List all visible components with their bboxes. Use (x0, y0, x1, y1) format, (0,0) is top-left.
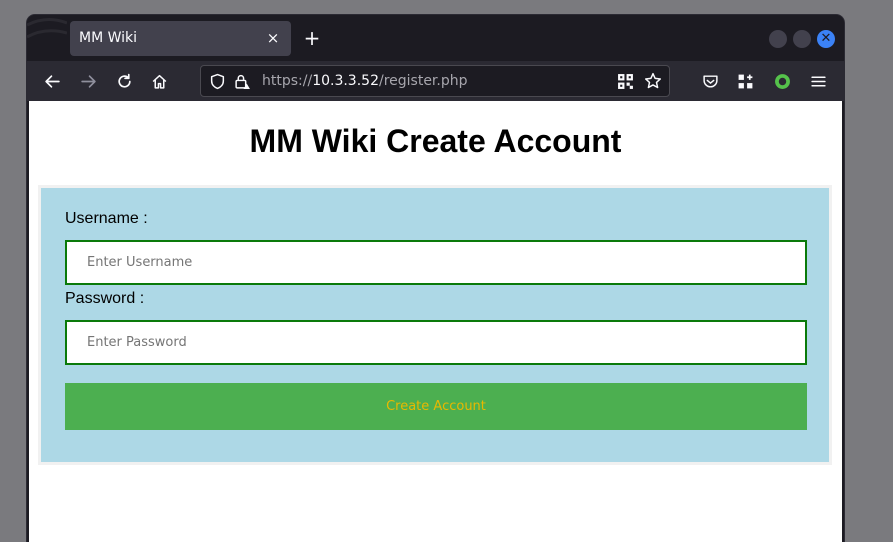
username-input[interactable] (65, 240, 807, 285)
url-scheme: https:// (262, 73, 313, 89)
tabbar-decoration (27, 18, 67, 39)
page-title: MM Wiki Create Account (249, 123, 622, 159)
reload-icon[interactable] (114, 71, 134, 91)
window-minimize-button[interactable] (769, 30, 787, 48)
url-host: 10.3.3.52 (312, 73, 379, 89)
url-text[interactable]: https://10.3.3.52/register.php (262, 73, 468, 89)
extensions-icon[interactable] (735, 71, 755, 91)
password-input[interactable] (65, 320, 807, 365)
home-icon[interactable] (149, 71, 169, 91)
tab-close-icon[interactable]: × (264, 29, 282, 47)
new-tab-plus-icon[interactable]: + (303, 28, 321, 48)
password-label: Password : (65, 290, 145, 307)
pocket-icon[interactable] (700, 71, 720, 91)
url-path: /register.php (378, 73, 468, 89)
shield-icon[interactable] (209, 73, 226, 90)
extension-green-icon[interactable] (772, 71, 792, 91)
tab-title: MM Wiki (79, 30, 138, 46)
lock-warning-icon[interactable] (234, 73, 251, 90)
star-icon[interactable] (644, 72, 662, 90)
url-bar[interactable]: https://10.3.3.52/register.php (200, 65, 670, 97)
browser-window: MM Wiki × + ✕ https://10.3.3.52/register… (27, 15, 844, 542)
tab-bar: MM Wiki × + ✕ (27, 15, 844, 61)
registration-form: Username : Password : Create Account (38, 185, 832, 465)
forward-arrow-icon[interactable] (78, 71, 98, 91)
create-account-button[interactable]: Create Account (65, 383, 807, 430)
window-maximize-button[interactable] (793, 30, 811, 48)
window-close-icon[interactable]: ✕ (817, 30, 835, 48)
tab-mm-wiki[interactable]: MM Wiki × (70, 21, 291, 56)
back-arrow-icon[interactable] (42, 71, 62, 91)
username-label: Username : (65, 210, 148, 227)
navigation-toolbar: https://10.3.3.52/register.php (27, 61, 844, 101)
menu-icon[interactable] (808, 71, 828, 91)
page-content: MM Wiki Create Account Username : Passwo… (29, 101, 842, 542)
qr-code-icon[interactable] (617, 73, 634, 90)
